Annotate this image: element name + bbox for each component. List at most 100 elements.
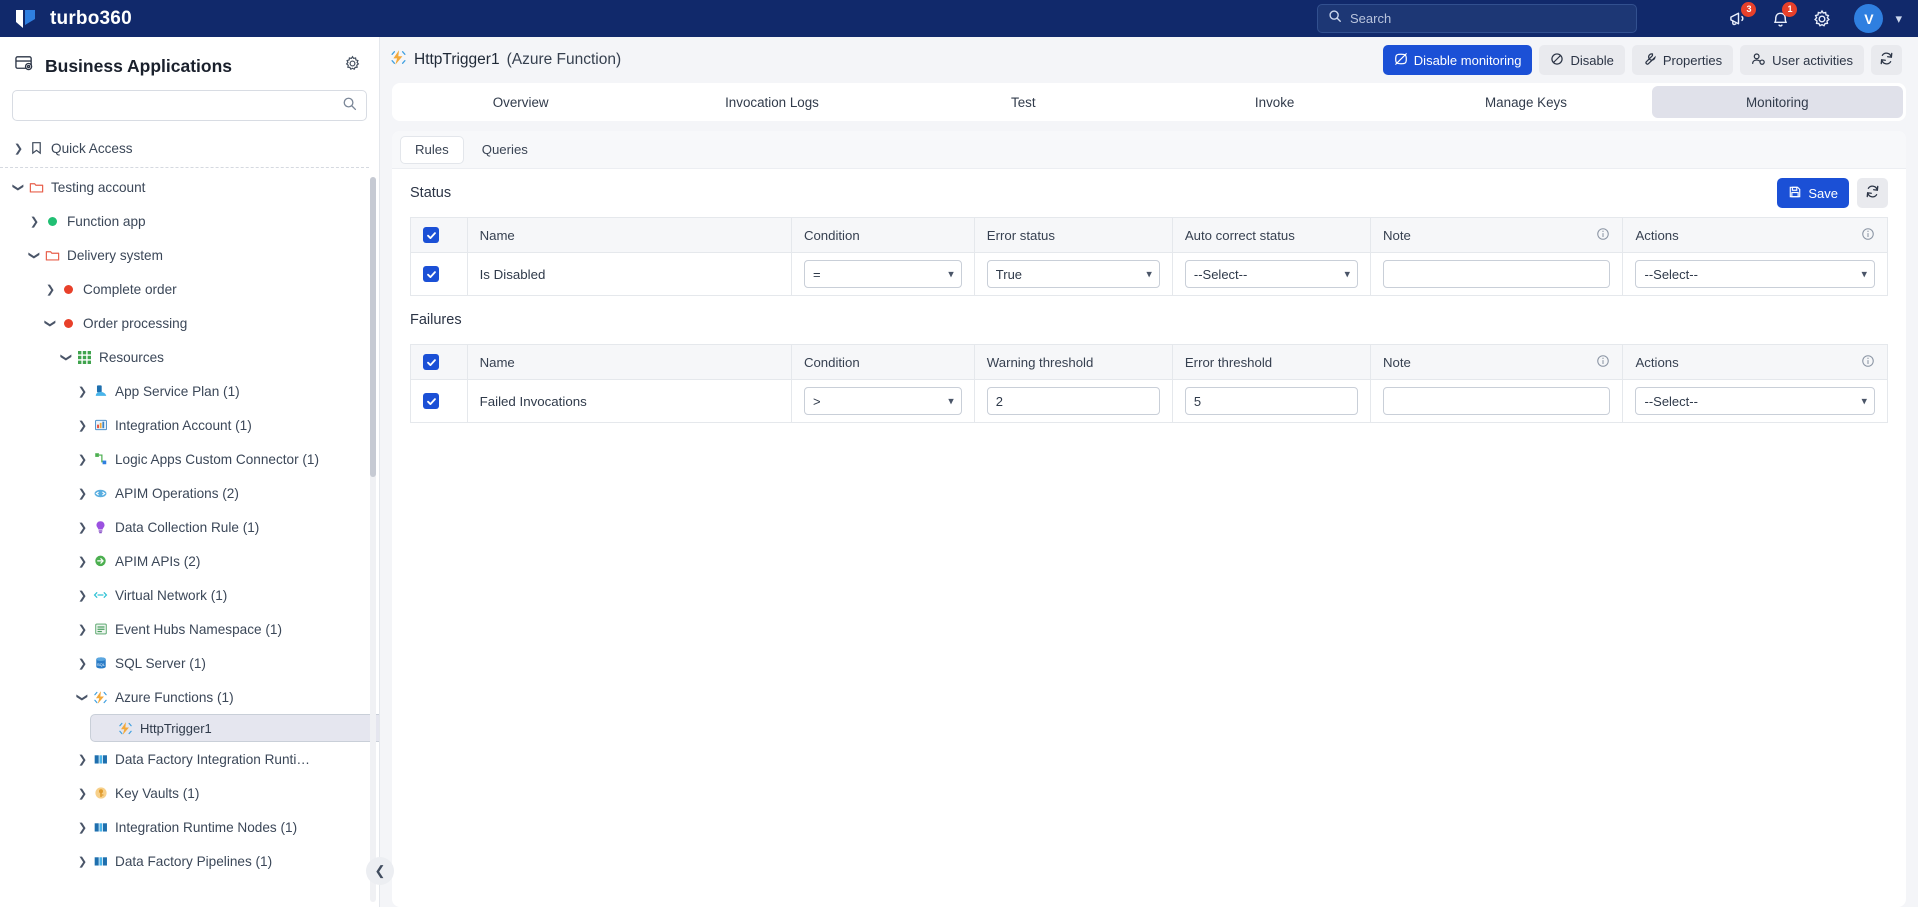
notifications-button[interactable]: 1 xyxy=(1771,1,1798,29)
subtab-rules[interactable]: Rules xyxy=(400,135,464,164)
tree-item-event-hubs-namespace-1[interactable]: ❯ Event Hubs Namespace (1) xyxy=(74,612,379,646)
chevron-down-icon[interactable]: ❯ xyxy=(12,179,25,196)
sidebar-scrollbar[interactable] xyxy=(370,177,376,902)
tree-item-apim-operations-2[interactable]: ❯ APIM Operations (2) xyxy=(74,476,379,510)
chevron-right-icon[interactable]: ❯ xyxy=(74,821,91,834)
failures-actions-select[interactable]: --Select-- xyxy=(1635,387,1875,415)
user-menu-button[interactable]: V xyxy=(1854,4,1884,33)
properties-button[interactable]: Properties xyxy=(1631,45,1734,75)
failures-warning-threshold-input[interactable] xyxy=(986,387,1160,415)
chevron-right-icon[interactable]: ❯ xyxy=(74,589,91,602)
chevron-down-icon[interactable]: ❯ xyxy=(76,689,89,706)
tree-item-data-factory-integration-runti[interactable]: ❯ Data Factory Integration Runti… xyxy=(74,742,379,776)
tree-item-key-vaults-1[interactable]: ❯ Key Vaults (1) xyxy=(74,776,379,810)
global-search-box[interactable]: Search xyxy=(1317,4,1637,33)
info-icon[interactable] xyxy=(1596,354,1610,371)
chevron-right-icon[interactable]: ❯ xyxy=(42,283,59,296)
sidebar-search-box[interactable] xyxy=(12,90,367,121)
status-row-checkbox-cell[interactable] xyxy=(410,252,468,296)
failures-select-all-checkbox[interactable] xyxy=(423,354,439,371)
info-icon[interactable] xyxy=(1861,227,1875,244)
tree-item-apim-apis-2[interactable]: ❯ APIM APIs (2) xyxy=(74,544,379,578)
rules-refresh-button[interactable] xyxy=(1857,178,1888,208)
tree-item-testing-account[interactable]: ❯ Testing account xyxy=(10,170,379,204)
info-icon[interactable] xyxy=(1596,227,1610,244)
chevron-right-icon[interactable]: ❯ xyxy=(74,753,91,766)
tree-item-function-app[interactable]: ❯ Function app xyxy=(26,204,379,238)
settings-button[interactable] xyxy=(1812,9,1832,29)
tree-item-app-service-plan-1[interactable]: ❯ App Service Plan (1) xyxy=(74,374,379,408)
chevron-right-icon[interactable]: ❯ xyxy=(10,142,27,155)
info-icon[interactable] xyxy=(1861,354,1875,371)
tab-manage-keys[interactable]: Manage Keys xyxy=(1400,86,1651,118)
chevron-right-icon[interactable]: ❯ xyxy=(26,215,43,228)
status-error-status-select[interactable]: True xyxy=(986,260,1160,288)
tab-test[interactable]: Test xyxy=(898,86,1149,118)
tree-item-data-collection-rule-1[interactable]: ❯ Data Collection Rule (1) xyxy=(74,510,379,544)
failures-note-input[interactable] xyxy=(1382,387,1611,415)
tree-item-resources[interactable]: ❯ Resources xyxy=(58,340,379,374)
tree-item-integration-account-1[interactable]: ❯ Integration Account (1) xyxy=(74,408,379,442)
monitoring-subtabs[interactable]: Rules Queries xyxy=(392,131,1906,169)
tree-item-integration-runtime-nodes-1[interactable]: ❯ Integration Runtime Nodes (1) xyxy=(74,810,379,844)
sidebar-collapse-button[interactable]: ❮ xyxy=(366,857,394,885)
tree-item-sql-server-1[interactable]: ❯ SQL SQL Server (1) xyxy=(74,646,379,680)
resource-tabbar[interactable]: Overview Invocation Logs Test Invoke Manage … xyxy=(392,83,1906,121)
chevron-down-icon[interactable]: ❯ xyxy=(28,247,41,264)
sidebar-scrollbar-thumb[interactable] xyxy=(370,177,376,477)
chevron-down-icon[interactable]: ▾ xyxy=(1895,11,1902,27)
sidebar-settings-gear-icon[interactable] xyxy=(344,55,361,77)
failures-row-checkbox[interactable] xyxy=(423,393,439,410)
tree-item-delivery-system[interactable]: ❯ Delivery system xyxy=(26,238,379,272)
chevron-right-icon[interactable]: ❯ xyxy=(74,487,91,500)
chevron-right-icon[interactable]: ❯ xyxy=(74,787,91,800)
tree-item-order-processing[interactable]: ❯ Order processing xyxy=(42,306,379,340)
status-row-checkbox[interactable] xyxy=(423,266,439,283)
chevron-right-icon[interactable]: ❯ xyxy=(74,453,91,466)
chevron-down-icon[interactable]: ❯ xyxy=(44,315,57,332)
sidebar-search-input[interactable] xyxy=(22,98,342,113)
status-select-all-header[interactable] xyxy=(410,217,468,253)
avatar: V xyxy=(1854,4,1884,33)
tree-item-data-factory-pipelines-1[interactable]: ❯ Data Factory Pipelines (1) xyxy=(74,844,379,878)
failures-select-all-header[interactable] xyxy=(410,344,468,380)
sidebar-header: Business Applications xyxy=(0,37,379,88)
status-select-all-checkbox[interactable] xyxy=(423,227,439,244)
search-icon[interactable] xyxy=(342,96,357,116)
tab-invoke[interactable]: Invoke xyxy=(1149,86,1400,118)
status-condition-select[interactable]: = xyxy=(803,260,962,288)
chevron-right-icon[interactable]: ❯ xyxy=(74,419,91,432)
chevron-right-icon[interactable]: ❯ xyxy=(74,623,91,636)
status-note-input[interactable] xyxy=(1382,260,1611,288)
failures-row-checkbox-cell[interactable] xyxy=(410,379,468,423)
chevron-right-icon[interactable]: ❯ xyxy=(74,855,91,868)
tree-item-virtual-network-1[interactable]: ❯ Virtual Network (1) xyxy=(74,578,379,612)
chevron-right-icon[interactable]: ❯ xyxy=(74,385,91,398)
resource-tree[interactable]: ❯ Quick Access ❯ Testing account ❯ Function a… xyxy=(0,131,379,907)
chevron-right-icon[interactable]: ❯ xyxy=(74,657,91,670)
tab-monitoring[interactable]: Monitoring xyxy=(1651,86,1903,118)
status-auto-correct-select[interactable]: --Select-- xyxy=(1184,260,1358,288)
tree-item-azure-functions-1[interactable]: ❯ Azure Functions (1) xyxy=(74,680,379,714)
disable-button[interactable]: Disable xyxy=(1539,45,1625,75)
folder-icon xyxy=(43,249,62,262)
save-button[interactable]: Save xyxy=(1777,178,1849,208)
tab-overview[interactable]: Overview xyxy=(395,86,646,118)
failures-error-threshold-input[interactable] xyxy=(1184,387,1358,415)
failures-condition-select[interactable]: > xyxy=(803,387,962,415)
tree-item-complete-order[interactable]: ❯ Complete order xyxy=(42,272,379,306)
user-activities-button[interactable]: User activities xyxy=(1740,45,1864,75)
tree-item-httptrigger1[interactable]: HttpTrigger1 xyxy=(90,714,379,742)
tree-item-logic-apps-custom-connector-1[interactable]: ❯ Logic Apps Custom Connector (1) xyxy=(74,442,379,476)
tree-item-quick-access[interactable]: ❯ Quick Access xyxy=(10,131,379,165)
tab-invocation-logs[interactable]: Invocation Logs xyxy=(646,86,897,118)
announcements-button[interactable]: 3 xyxy=(1728,2,1757,28)
status-actions-select[interactable]: --Select-- xyxy=(1635,260,1875,288)
chevron-right-icon[interactable]: ❯ xyxy=(74,521,91,534)
header-refresh-button[interactable] xyxy=(1871,45,1902,75)
disable-monitoring-button[interactable]: Disable monitoring xyxy=(1382,45,1533,75)
turbo360-logo-icon[interactable] xyxy=(14,8,40,30)
chevron-right-icon[interactable]: ❯ xyxy=(74,555,91,568)
chevron-down-icon[interactable]: ❯ xyxy=(60,349,73,366)
subtab-queries[interactable]: Queries xyxy=(468,136,542,164)
